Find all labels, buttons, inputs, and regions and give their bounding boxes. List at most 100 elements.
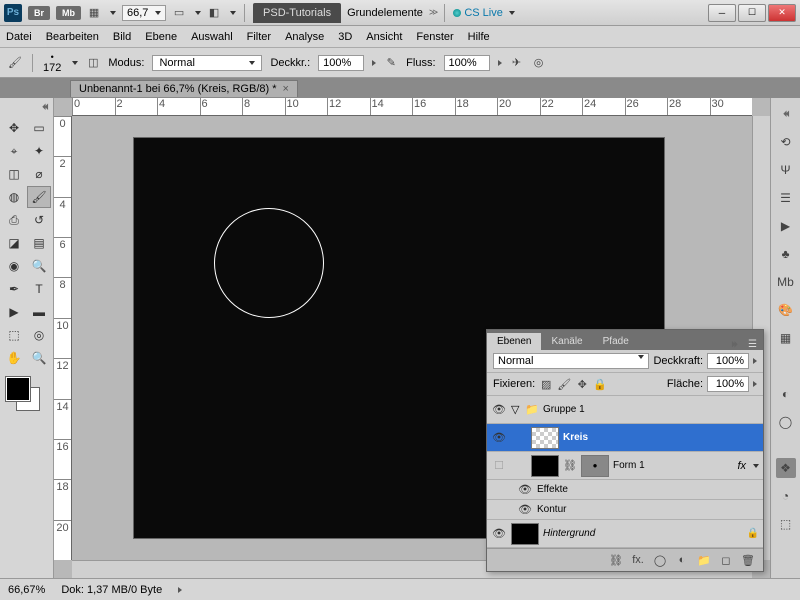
- menu-bild[interactable]: Bild: [113, 31, 131, 43]
- menu-datei[interactable]: Datei: [6, 31, 32, 43]
- ruler-horizontal[interactable]: 024681012141618202224262830: [72, 98, 752, 116]
- lock-position-icon[interactable]: ✥: [575, 377, 589, 391]
- fill-field[interactable]: 100%: [707, 376, 749, 392]
- panel-menu-icon[interactable]: ☰: [742, 339, 763, 350]
- layer-blend-select[interactable]: Normal: [493, 353, 649, 369]
- 3d-camera-tool[interactable]: ◎: [27, 324, 51, 346]
- usb-icon[interactable]: Ψ: [776, 160, 796, 180]
- more-workspaces-icon[interactable]: ≫: [429, 7, 436, 18]
- magic-wand-tool[interactable]: ✦: [27, 140, 51, 162]
- tab-ebenen[interactable]: Ebenen: [487, 333, 541, 350]
- menu-auswahl[interactable]: Auswahl: [191, 31, 233, 43]
- visibility-icon[interactable]: 👁: [491, 403, 507, 416]
- layers-panel[interactable]: Ebenen Kanäle Pfade ⏵⏵ ☰ Normal Deckkraf…: [486, 329, 764, 572]
- expand-dock-icon[interactable]: ⏴⏴: [776, 104, 796, 124]
- pen-tool[interactable]: ✒: [2, 278, 26, 300]
- mb-icon[interactable]: Mb: [776, 272, 796, 292]
- new-group-icon[interactable]: 📁: [697, 553, 711, 567]
- visibility-icon[interactable]: 👁: [491, 431, 507, 444]
- stamp-tool[interactable]: ⎙: [2, 209, 26, 231]
- opacity-field[interactable]: 100%: [318, 55, 364, 71]
- lasso-tool[interactable]: ⌖: [2, 140, 26, 162]
- history-brush-tool[interactable]: ↺: [27, 209, 51, 231]
- swatches-icon[interactable]: ▦: [776, 328, 796, 348]
- lock-transparency-icon[interactable]: ▨: [539, 377, 553, 391]
- play-icon[interactable]: ▶: [776, 216, 796, 236]
- adjustment-layer-icon[interactable]: ◐: [675, 553, 689, 567]
- menu-3d[interactable]: 3D: [338, 31, 352, 43]
- collapse-panel-icon[interactable]: ⏵⏵: [725, 339, 742, 350]
- shape-tool[interactable]: ▬: [27, 301, 51, 323]
- crop-tool[interactable]: ◫: [2, 163, 26, 185]
- document-tab[interactable]: Unbenannt-1 bei 66,7% (Kreis, RGB/8) * ×: [70, 80, 298, 97]
- bridge-button[interactable]: Br: [28, 6, 50, 20]
- dodge-tool[interactable]: 🔍: [27, 255, 51, 277]
- hand-tool[interactable]: ✋: [2, 347, 26, 369]
- workspace-tab[interactable]: Grundelemente: [347, 7, 423, 19]
- layer-thumb[interactable]: [511, 523, 539, 545]
- workspace-tab-active[interactable]: PSD-Tutorials: [253, 3, 341, 23]
- collapse-toolbox-icon[interactable]: ⏴⏴: [2, 102, 51, 117]
- layer-thumb[interactable]: [531, 427, 559, 449]
- zoom-tool[interactable]: 🔍: [27, 347, 51, 369]
- brush-tool-icon[interactable]: 🖌: [8, 56, 22, 70]
- masks-icon[interactable]: ◯: [776, 412, 796, 432]
- scrub-icon[interactable]: [372, 60, 376, 66]
- visibility-icon[interactable]: 👁: [517, 483, 533, 496]
- close-button[interactable]: ✕: [768, 4, 796, 22]
- layer-mask-icon[interactable]: ◯: [653, 553, 667, 567]
- path-select-tool[interactable]: ▶: [2, 301, 26, 323]
- layer-form1[interactable]: ☐ ⛓ ● Form 1 fx: [487, 452, 763, 480]
- scrub-icon[interactable]: [753, 358, 757, 364]
- close-icon[interactable]: ×: [283, 83, 289, 95]
- color-swatches[interactable]: [2, 377, 42, 417]
- minimize-button[interactable]: ─: [708, 4, 736, 22]
- ruler-vertical[interactable]: 02468101214161820: [54, 116, 72, 560]
- menu-fenster[interactable]: Fenster: [416, 31, 453, 43]
- lock-all-icon[interactable]: 🔒: [593, 377, 607, 391]
- eyedropper-tool[interactable]: ⌀: [27, 163, 51, 185]
- layer-kreis[interactable]: 👁 Kreis: [487, 424, 763, 452]
- layer-group[interactable]: 👁 ▽ 📁 Gruppe 1: [487, 396, 763, 424]
- scrub-icon[interactable]: [753, 381, 757, 387]
- extras-icon[interactable]: ◧: [207, 6, 221, 20]
- color-icon[interactable]: 🎨: [776, 300, 796, 320]
- zoom-level-field[interactable]: 66,7: [122, 5, 166, 21]
- blend-mode-select[interactable]: Normal: [152, 55, 262, 71]
- menu-ansicht[interactable]: Ansicht: [366, 31, 402, 43]
- effects-row[interactable]: 👁 Effekte: [487, 480, 763, 500]
- new-layer-icon[interactable]: ◻: [719, 553, 733, 567]
- eraser-tool[interactable]: ◪: [2, 232, 26, 254]
- gradient-tool[interactable]: ▤: [27, 232, 51, 254]
- type-tool[interactable]: T: [27, 278, 51, 300]
- info-icon[interactable]: ♣: [776, 244, 796, 264]
- tablet-size-icon[interactable]: ◎: [532, 56, 546, 70]
- mask-thumb[interactable]: ●: [581, 455, 609, 477]
- menu-bearbeiten[interactable]: Bearbeiten: [46, 31, 99, 43]
- layer-background[interactable]: 👁 Hintergrund 🔒: [487, 520, 763, 548]
- tab-pfade[interactable]: Pfade: [593, 333, 639, 350]
- layer-opacity-field[interactable]: 100%: [707, 353, 749, 369]
- fx-badge[interactable]: fx: [737, 460, 746, 472]
- delete-layer-icon[interactable]: 🗑: [741, 553, 755, 567]
- healing-tool[interactable]: ◍: [2, 186, 26, 208]
- link-layers-icon[interactable]: ⛓: [609, 553, 623, 567]
- tablet-opacity-icon[interactable]: ✎: [384, 56, 398, 70]
- foreground-color[interactable]: [6, 377, 30, 401]
- adjustments-icon[interactable]: ◐: [776, 384, 796, 404]
- paths-icon[interactable]: ⬚: [776, 514, 796, 534]
- link-icon[interactable]: ⛓: [563, 459, 577, 473]
- visibility-icon[interactable]: ☐: [491, 459, 507, 472]
- 3d-tool[interactable]: ⬚: [2, 324, 26, 346]
- brush-tool[interactable]: 🖌: [27, 186, 51, 208]
- flow-field[interactable]: 100%: [444, 55, 490, 71]
- screen-mode-icon[interactable]: ▭: [172, 6, 186, 20]
- maximize-button[interactable]: ☐: [738, 4, 766, 22]
- zoom-status[interactable]: 66,67%: [8, 584, 45, 596]
- chevron-down-icon[interactable]: [230, 11, 236, 15]
- layer-thumb[interactable]: [531, 455, 559, 477]
- brush-panel-icon[interactable]: ◫: [86, 56, 100, 70]
- chevron-down-icon[interactable]: [195, 11, 201, 15]
- visibility-icon[interactable]: 👁: [491, 527, 507, 540]
- doc-size-status[interactable]: Dok: 1,37 MB/0 Byte: [61, 584, 162, 596]
